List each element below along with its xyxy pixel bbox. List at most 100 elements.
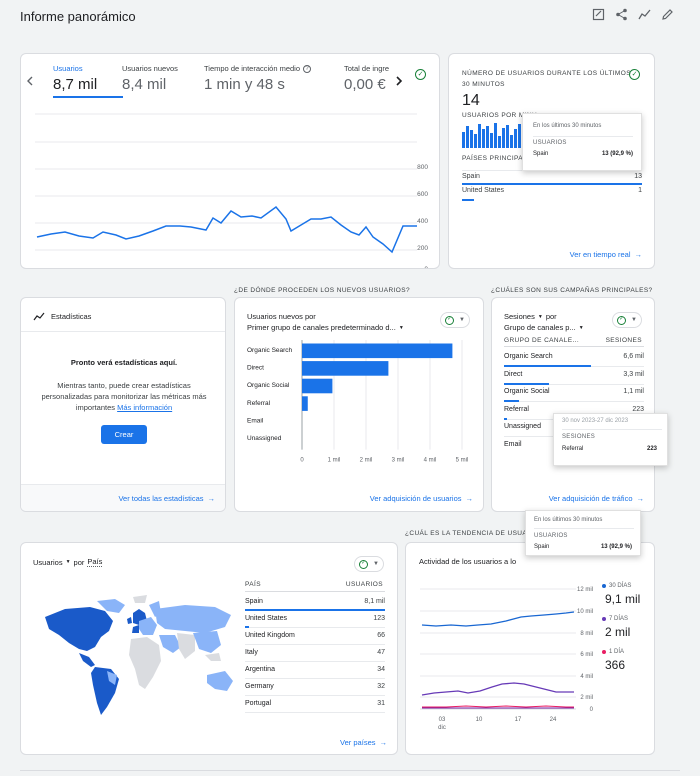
arrow-right-icon: → <box>636 494 645 503</box>
insights-link[interactable]: Ver todas las estadísticas → <box>118 494 215 503</box>
dropdown-arrow-icon: ▼ <box>65 559 71 565</box>
x-tick-label: 1 mil <box>328 458 341 464</box>
campaigns-tooltip: 30 nov 2023-27 dic 2023 SESIONES Referra… <box>553 413 668 466</box>
country-share-bar <box>462 199 474 201</box>
table-row[interactable]: United States 123 <box>245 612 385 628</box>
x-tick-month: dic <box>438 725 446 731</box>
insights-title: Estadísticas <box>51 312 92 321</box>
legend-value: 9,1 mil <box>605 592 641 606</box>
bar[interactable] <box>302 361 389 376</box>
category-label: Direct <box>247 365 264 372</box>
legend-label: 7 DÍAS <box>602 616 628 622</box>
row-label: Organic Search <box>504 353 553 360</box>
series-30-days <box>421 611 575 627</box>
bar[interactable] <box>302 396 308 411</box>
dimension-selector[interactable]: Primer grupo de canales predeterminado d… <box>247 323 404 332</box>
campaigns-link[interactable]: Ver adquisición de tráfico → <box>549 494 644 503</box>
campaigns-metric-selector[interactable]: Sesiones <box>504 312 535 321</box>
header-actions <box>592 8 674 21</box>
overview-card: Usuarios 8,7 mil Usuarios nuevos 8,4 mil… <box>20 53 440 269</box>
table-row[interactable]: Direct 3,3 mil <box>504 368 644 385</box>
activity-tooltip: En los últimos 30 minutos USUARIOS Spain… <box>525 510 641 556</box>
column-header[interactable]: USUARIOS <box>346 581 383 588</box>
countries-link[interactable]: Ver países → <box>340 738 387 747</box>
table-row[interactable]: Italy 47 <box>245 646 385 662</box>
row-value: 8,1 mil <box>364 598 385 605</box>
customize-report-icon[interactable] <box>592 8 605 21</box>
legend-text: 7 DÍAS <box>609 616 629 622</box>
legend-text: 1 DÍA <box>609 649 625 655</box>
bar[interactable] <box>302 343 453 359</box>
realtime-link[interactable]: Ver en tiempo real → <box>570 250 642 259</box>
compare-menu[interactable]: ✓ ▼ <box>354 556 384 572</box>
row-label: Argentina <box>245 666 275 673</box>
dimension-selector[interactable]: Grupo de canales p... ▼ <box>504 323 584 332</box>
legend-value: 366 <box>605 658 626 672</box>
arrow-right-icon: → <box>207 494 216 503</box>
compare-menu[interactable]: ✓ ▼ <box>612 312 642 328</box>
arrow-right-icon: → <box>634 250 643 259</box>
column-header[interactable]: GRUPO DE CANALE... <box>504 337 579 344</box>
share-icon[interactable] <box>615 8 628 21</box>
acquisition-link[interactable]: Ver adquisición de usuarios → <box>370 494 473 503</box>
legend-item: 30 DÍAS 9,1 mil <box>602 583 654 613</box>
metric-label: Tiempo de interacción medio <box>204 64 301 73</box>
edit-icon[interactable] <box>661 8 674 21</box>
category-label: Referral <box>247 400 271 407</box>
row-label: Spain <box>245 598 263 605</box>
legend-label: 30 DÍAS <box>602 583 631 589</box>
country-metric-selector[interactable]: Usuarios <box>33 558 63 567</box>
x-tick-label: 17 <box>515 717 522 723</box>
more-info-link[interactable]: Más información <box>117 403 172 412</box>
campaigns-card: Sesiones ▼ por Grupo de canales p... ▼ ✓… <box>491 297 655 512</box>
chevron-left-icon[interactable] <box>26 76 34 86</box>
row-value: 31 <box>377 700 385 707</box>
table-row[interactable]: Argentina 34 <box>245 663 385 679</box>
help-icon[interactable]: ? <box>303 64 312 73</box>
data-quality-check-icon[interactable]: ✓ <box>629 69 640 80</box>
row-label: Unassigned <box>504 423 541 430</box>
legend-value: 2 mil <box>605 625 631 639</box>
insights-icon[interactable] <box>638 8 651 21</box>
row-label: Email <box>504 440 522 448</box>
table-row[interactable]: Portugal 31 <box>245 697 385 713</box>
country-name: United States <box>462 187 505 194</box>
table-row[interactable]: Organic Search 6,6 mil <box>504 350 644 367</box>
y-tick-label: 8 mil <box>580 631 593 637</box>
section-heading-trend: ¿CUÁL ES LA TENDENCIA DE USUAR <box>405 530 533 537</box>
table-row[interactable]: Organic Social 1,1 mil <box>504 385 644 402</box>
country-row[interactable]: Spain 13 <box>462 170 642 185</box>
y-tick-label: 800 <box>417 164 428 171</box>
bar[interactable] <box>302 378 333 394</box>
y-tick-label: 200 <box>417 245 428 252</box>
row-label: Organic Social <box>504 388 550 395</box>
row-value: 47 <box>377 649 385 656</box>
metric-tab-users[interactable]: Usuarios 8,7 mil <box>53 64 123 98</box>
y-tick-label: 6 mil <box>580 652 593 658</box>
y-tick-label: 600 <box>417 191 428 198</box>
create-button[interactable]: Crear <box>101 425 147 444</box>
table-row[interactable]: Spain 8,1 mil <box>245 595 385 611</box>
table-row[interactable]: Germany 32 <box>245 680 385 696</box>
users-trend-chart: 800 600 400 200 0 <box>35 113 428 268</box>
metric-tab-engagement[interactable]: Tiempo de interacción medio ? 1 min y 48… <box>204 64 329 93</box>
metric-tab-revenue[interactable]: Total de ingre 0,00 € <box>344 64 390 93</box>
column-header[interactable]: SESIONES <box>606 337 642 344</box>
compare-menu[interactable]: ✓ ▼ <box>440 312 470 328</box>
x-tick-label: 24 <box>550 717 557 723</box>
row-label: Portugal <box>245 700 272 707</box>
legend-item: 1 DÍA 366 <box>602 649 654 679</box>
metric-tab-new-users[interactable]: Usuarios nuevos 8,4 mil <box>122 64 202 93</box>
chevron-right-icon[interactable] <box>395 76 403 86</box>
row-label: Italy <box>245 649 258 656</box>
page-title: Informe panorámico <box>20 9 136 24</box>
dimension-selector[interactable]: País <box>87 557 103 567</box>
column-header[interactable]: PAÍS <box>245 581 261 588</box>
country-title-by: por <box>73 557 85 567</box>
insights-body: Mientras tanto, puede crear estadísticas <box>57 381 191 390</box>
table-row[interactable]: United Kingdom 66 <box>245 629 385 645</box>
legend-dot <box>602 584 606 588</box>
country-row[interactable]: United States 1 <box>462 187 642 202</box>
category-label: Organic Search <box>247 347 293 354</box>
data-quality-check-icon[interactable]: ✓ <box>415 69 426 80</box>
